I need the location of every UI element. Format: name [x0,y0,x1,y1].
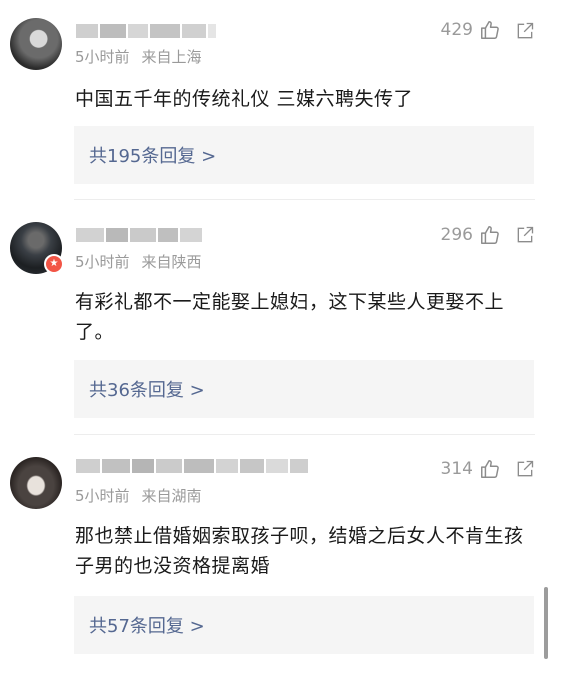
comment-meta: 5小时前 来自上海 [75,46,202,67]
comment-location: 来自上海 [141,48,202,66]
thumb-up-icon [481,226,499,244]
share-icon[interactable] [515,459,535,479]
view-replies-button[interactable]: 共195条回复 > [74,126,534,184]
reply-count-label: 共36条回复 > [89,380,205,401]
verified-badge-icon: ★ [44,254,64,274]
comment-text: 中国五千年的传统礼仪 三媒六聘失传了 [75,88,414,110]
thumb-up-icon [481,460,499,478]
divider [74,199,535,200]
like-button[interactable]: 314 [441,458,501,480]
comment-meta: 5小时前 来自湖南 [75,485,202,506]
comment-location: 来自湖南 [141,487,202,505]
avatar[interactable] [10,457,62,509]
username-blurred[interactable] [76,228,202,242]
like-count: 314 [440,459,473,479]
comment-meta: 5小时前 来自陕西 [75,251,202,272]
like-button[interactable]: 429 [441,19,501,41]
comment-text: 有彩礼都不一定能娶上媳妇，这下某些人更娶不上了。 [75,291,505,343]
username-blurred[interactable] [76,24,216,38]
thumb-up-icon [481,21,499,39]
comment-time: 5小时前 [75,487,130,505]
share-icon[interactable] [515,21,535,41]
like-count: 296 [440,225,473,245]
username-blurred[interactable] [76,459,308,473]
user-avatar-icon [10,457,62,509]
like-count: 429 [440,20,473,40]
comment-time: 5小时前 [75,253,130,271]
comment-text: 那也禁止借婚姻索取孩子呗，结婚之后女人不肯生孩子男的也没资格提离婚 [75,525,524,577]
view-replies-button[interactable]: 共36条回复 > [74,360,534,418]
share-icon[interactable] [515,225,535,245]
like-button[interactable]: 296 [441,224,501,246]
user-avatar-icon [10,18,62,70]
view-replies-button[interactable]: 共57条回复 > [74,596,534,654]
reply-count-label: 共195条回复 > [89,146,217,167]
comment-location: 来自陕西 [141,253,202,271]
reply-count-label: 共57条回复 > [89,616,205,637]
divider [74,434,535,435]
avatar[interactable] [10,18,62,70]
scrollbar[interactable] [544,587,548,659]
comment-time: 5小时前 [75,48,130,66]
